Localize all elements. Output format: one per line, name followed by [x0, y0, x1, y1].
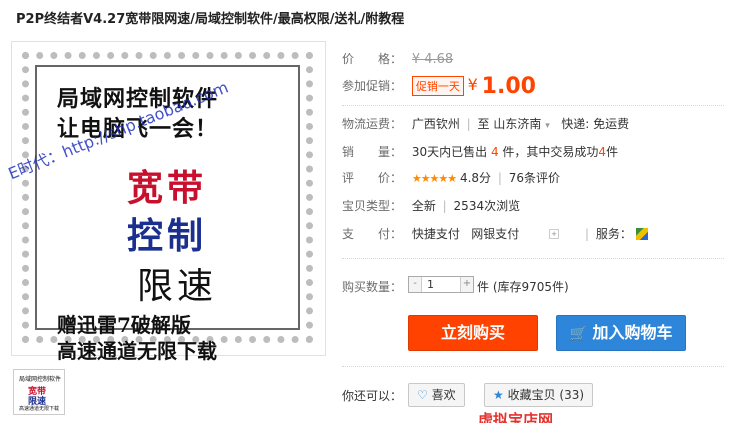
stock-text: 件 (库存9705件) [477, 280, 569, 294]
pipe-separator: | [497, 171, 502, 185]
divider [342, 105, 724, 106]
view-count: 2534次浏览 [453, 199, 521, 213]
quantity-input[interactable] [423, 277, 465, 292]
item-type-label: 宝贝类型： [342, 199, 403, 213]
image-line3: 赠迅雷7破解版 [57, 313, 191, 337]
like-button[interactable]: ♡ 喜欢 [408, 383, 465, 407]
payment-method1: 快捷支付 [411, 227, 460, 241]
quantity-label: 购买数量： [342, 280, 403, 294]
shipping-row: 物流运费： 广西钦州 | 至 山东济南 ▾ 快递: 免运费 [342, 115, 629, 132]
sales-label: 销 量： [342, 145, 403, 159]
service-area: | 服务： [582, 225, 648, 242]
item-condition: 全新 [411, 199, 436, 213]
heart-icon: ♡ [417, 388, 428, 402]
review-count[interactable]: 76条评价 [509, 171, 560, 185]
decrement-button[interactable]: - [409, 277, 422, 292]
payment-method2: 网银支付 [471, 227, 520, 241]
buy-now-button[interactable]: 立刻购买 [408, 315, 538, 351]
image-line4: 高速通道无限下载 [57, 339, 217, 363]
service-label: 服务： [595, 227, 632, 241]
add-to-cart-label: 加入购物车 [592, 323, 673, 342]
ship-from: 广西钦州 [411, 117, 460, 131]
favorite-button[interactable]: ★ 收藏宝贝 (33) [484, 383, 594, 407]
pipe-separator: | [585, 227, 590, 241]
quantity-label-row: 购买数量： [342, 278, 408, 295]
sales-text2: 件，其中交易成功 [502, 145, 599, 159]
price-label: 价 格： [342, 52, 403, 66]
shipping-label: 物流运费： [342, 117, 403, 131]
promo-row: 参加促销： 促销一天 ¥ 1.00 [342, 74, 536, 99]
item-type-row: 宝贝类型： 全新 | 2534次浏览 [342, 197, 520, 214]
also-label: 你还可以： [342, 389, 403, 403]
thumb-line4: 高速通道无限下载 [19, 406, 60, 412]
increment-button[interactable]: + [460, 277, 473, 292]
promo-currency: ¥ [467, 75, 478, 94]
quantity-stepper[interactable]: - + [408, 276, 474, 293]
service-icon[interactable] [635, 228, 648, 240]
bottom-banner-text: 虚拟宝店网 [478, 411, 554, 423]
add-to-cart-button[interactable]: 🛒 加入购物车 [556, 315, 686, 351]
success-count: 4 [598, 145, 607, 159]
divider [342, 366, 724, 367]
price-row: 价 格： ¥ 4.68 [342, 50, 453, 67]
image-big1: 宽带 [127, 167, 208, 209]
image-big3: 限速 [137, 266, 218, 307]
cart-icon: 🛒 [569, 326, 587, 342]
express-fee: 快递: 免运费 [561, 117, 630, 131]
thumbnail[interactable]: 局域网控制软件 宽带 限速 高速通道无限下载 [13, 369, 65, 415]
thumb-line1: 局域网控制软件 [19, 376, 62, 383]
pipe-separator: | [466, 117, 471, 131]
product-title: P2P终结者V4.27宽带限网速/局域控制软件/最高权限/送礼/附教程 [16, 12, 405, 27]
divider [342, 258, 724, 259]
original-price: ¥ 4.68 [411, 52, 454, 67]
promo-tag: 促销一天 [411, 76, 464, 96]
sales-text3: 件 [606, 145, 619, 159]
chevron-down-icon[interactable]: ▾ [545, 121, 550, 131]
payment-expand-icon[interactable]: + [549, 229, 559, 239]
favorite-label: 收藏宝贝 (33) [507, 388, 585, 402]
like-label: 喜欢 [431, 388, 456, 402]
star-icon: ★ [493, 388, 504, 402]
ship-to-word: 至 [477, 117, 490, 131]
sales-text1: 30天内已售出 [411, 145, 488, 159]
rating-row: 评 价： ★★★★★ 4.8分 | 76条评价 [342, 169, 560, 186]
promo-label: 参加促销： [342, 79, 403, 93]
rating-label: 评 价： [342, 171, 403, 185]
sold-count: 4 [490, 145, 499, 159]
promo-price: 1.00 [481, 74, 536, 99]
product-image[interactable]: 局域网控制软件 让电脑飞一会！ 宽带 控制 限速 赠迅雷7破解版 高速通道无限下… [5, 41, 326, 363]
pipe-separator: | [442, 199, 447, 213]
rating-score: 4.8分 [459, 171, 492, 185]
payment-row: 支 付： 快捷支付 网银支付 [342, 225, 519, 242]
sales-row: 销 量： 30天内已售出 4 件，其中交易成功4件 [342, 143, 618, 160]
payment-label: 支 付： [342, 227, 403, 241]
image-big2: 控制 [127, 215, 208, 257]
star-icon: ★★★★★ [411, 172, 457, 185]
ship-to[interactable]: 山东济南 [493, 117, 541, 131]
